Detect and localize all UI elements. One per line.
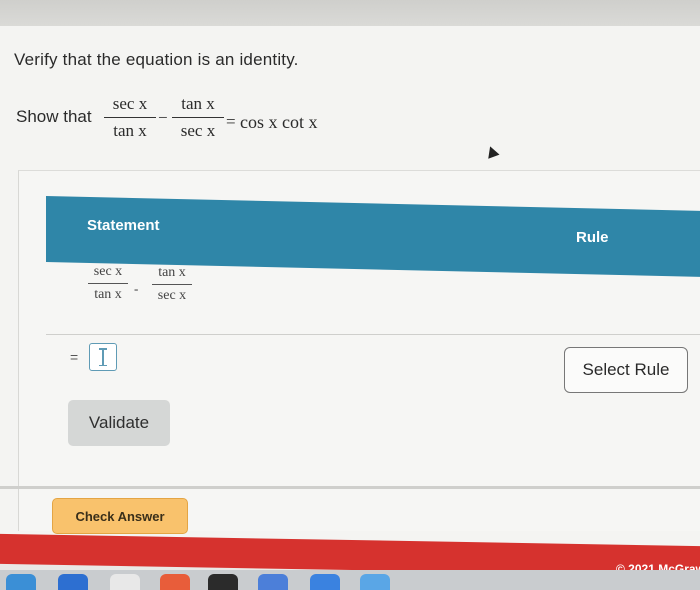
browser-top-strip — [0, 0, 700, 26]
text-cursor-icon — [99, 348, 107, 366]
rhs-expression: cos x cot x — [240, 112, 318, 132]
table-row — [46, 262, 700, 335]
problem-prompt: Verify that the equation is an identity. — [14, 50, 299, 69]
lhs-fraction-1-denominator: tan x — [113, 121, 147, 140]
row-equals-sign: = — [70, 349, 79, 365]
lhs-fraction-2-numerator: tan x — [172, 94, 224, 118]
statement-minus-sign: - — [134, 281, 139, 296]
statement-input[interactable] — [89, 343, 117, 371]
check-answer-button[interactable]: Check Answer — [52, 498, 188, 534]
terminal-dock-icon[interactable] — [208, 574, 238, 590]
statement-column-header: Statement — [87, 217, 160, 234]
os-dock — [0, 570, 700, 590]
lhs-minus-sign: − — [158, 108, 168, 127]
browser-dock-icon[interactable] — [360, 574, 390, 590]
lhs-fraction-1-numerator: sec x — [104, 94, 156, 118]
lhs-fraction-2-denominator: sec x — [180, 121, 216, 140]
statement-fraction-1: sec x tan x — [88, 264, 128, 303]
identity-equals-sign: = — [226, 112, 236, 131]
rule-column-header: Rule — [576, 229, 609, 246]
statement-fraction-2-numerator: tan x — [152, 265, 192, 285]
section-divider — [0, 486, 700, 489]
app-dock-icon[interactable] — [110, 574, 140, 590]
mail-dock-icon[interactable] — [58, 574, 88, 590]
calendar-dock-icon[interactable] — [258, 574, 288, 590]
lhs-fraction-1: sec x tan x — [104, 94, 156, 141]
statement-fraction-1-denominator: tan x — [94, 287, 122, 302]
statement-fraction-1-numerator: sec x — [88, 264, 128, 284]
store-dock-icon[interactable] — [310, 574, 340, 590]
validate-button[interactable]: Validate — [68, 400, 170, 446]
notification-dock-icon[interactable] — [160, 574, 190, 590]
select-rule-button[interactable]: Select Rule — [564, 347, 688, 393]
statement-fraction-2: tan x sec x — [152, 265, 192, 304]
lhs-fraction-2: tan x sec x — [172, 94, 224, 141]
finder-dock-icon[interactable] — [6, 574, 36, 590]
show-that-label: Show that — [16, 107, 92, 126]
statement-fraction-2-denominator: sec x — [157, 288, 187, 303]
